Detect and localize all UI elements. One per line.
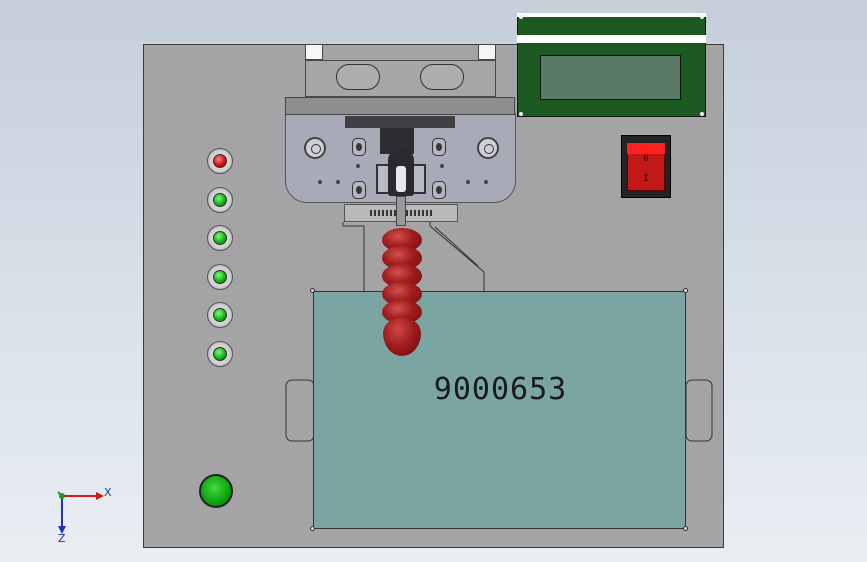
clamp-bar bbox=[285, 97, 515, 115]
screw-icon bbox=[432, 138, 446, 156]
screw-icon bbox=[352, 181, 366, 199]
mount-hole bbox=[466, 180, 470, 184]
mount-hole bbox=[336, 180, 340, 184]
nest-corner-hole bbox=[310, 288, 315, 293]
nest-corner-hole bbox=[310, 526, 315, 531]
lcd-top-edge bbox=[517, 13, 706, 17]
z-axis-label: Z bbox=[58, 532, 66, 545]
roller-left bbox=[304, 137, 326, 159]
nest-corner-hole bbox=[683, 288, 688, 293]
green-led-icon bbox=[213, 308, 227, 322]
lcd-mount-hole bbox=[700, 112, 704, 116]
status-led-5 bbox=[207, 302, 233, 328]
status-led-4 bbox=[207, 264, 233, 290]
status-led-6 bbox=[207, 341, 233, 367]
status-led-3 bbox=[207, 225, 233, 251]
status-led-2 bbox=[207, 187, 233, 213]
x-axis-label: X bbox=[104, 486, 112, 499]
lcd-mount-hole bbox=[519, 15, 523, 19]
bracket-cap-left bbox=[305, 44, 323, 60]
red-led-icon bbox=[213, 154, 227, 168]
bracket-cap-right bbox=[478, 44, 496, 60]
switch-on-label: I bbox=[643, 174, 649, 184]
lcd-mount-hole bbox=[700, 15, 704, 19]
bracket-body bbox=[305, 60, 496, 97]
bracket-slot bbox=[336, 64, 380, 90]
view-orientation-triad: X Z bbox=[48, 484, 118, 545]
clamp-arm bbox=[345, 116, 455, 128]
status-led-1 bbox=[207, 148, 233, 174]
screw-icon bbox=[352, 138, 366, 156]
screw-icon bbox=[432, 181, 446, 199]
lcd-screen bbox=[540, 55, 681, 100]
switch-off-label: 0 bbox=[643, 154, 649, 164]
mount-hole bbox=[356, 164, 360, 168]
start-button[interactable] bbox=[199, 474, 233, 508]
green-led-icon bbox=[213, 270, 227, 284]
clamp-handle-highlight bbox=[396, 166, 406, 192]
lcd-header-strip bbox=[517, 35, 706, 43]
bracket-slot bbox=[420, 64, 464, 90]
power-rocker-highlight bbox=[627, 143, 665, 154]
nest-corner-hole bbox=[683, 526, 688, 531]
part-nest: 9000653 bbox=[313, 291, 686, 529]
roller-right bbox=[477, 137, 499, 159]
part-number-label: 9000653 bbox=[433, 372, 568, 407]
mount-hole bbox=[440, 164, 444, 168]
mount-hole bbox=[318, 180, 322, 184]
clamp-stem bbox=[396, 196, 406, 226]
mount-hole bbox=[484, 180, 488, 184]
green-led-icon bbox=[213, 347, 227, 361]
lcd-mount-hole bbox=[519, 112, 523, 116]
green-led-icon bbox=[213, 193, 227, 207]
green-led-icon bbox=[213, 231, 227, 245]
